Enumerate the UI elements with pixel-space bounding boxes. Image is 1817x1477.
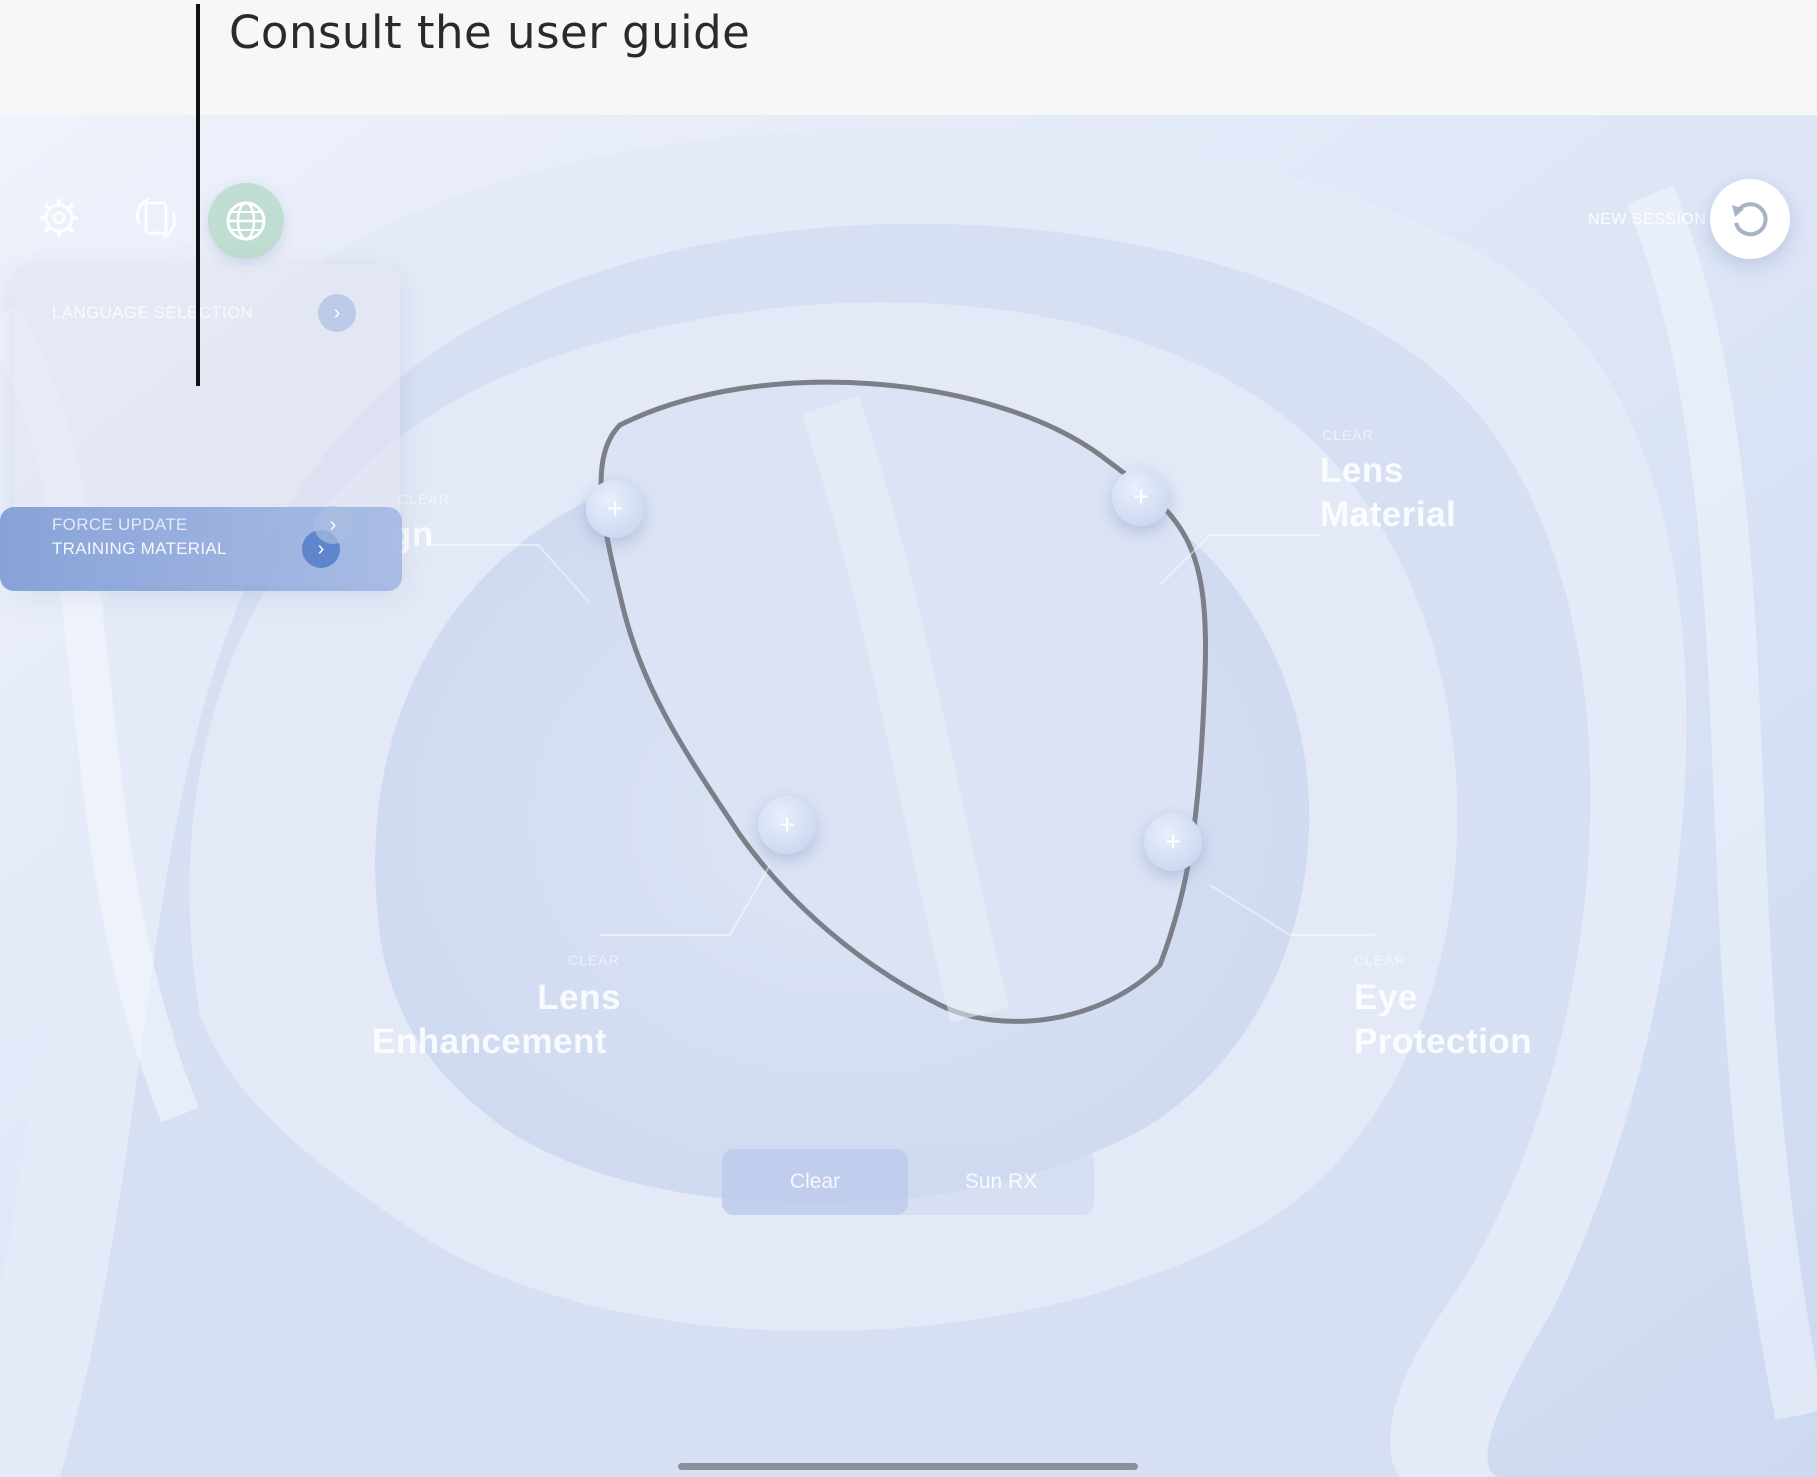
menu-item-language-selection[interactable]: LANGUAGE SELECTION › — [14, 272, 400, 354]
lens-type-segmented-control: Clear Sun RX — [722, 1149, 1094, 1215]
gear-icon — [40, 199, 78, 237]
design-category-small: CLEAR — [398, 491, 450, 507]
eye-protection-category-small: CLEAR — [1354, 952, 1406, 968]
annotation-text: Consult the user guide — [229, 6, 751, 59]
settings-menu: LANGUAGE SELECTION › TRAINING MATERIAL ›… — [0, 265, 402, 591]
new-session-button[interactable] — [1710, 179, 1790, 259]
menu-item-label: LANGUAGE SELECTION — [52, 303, 253, 322]
annotation-bar: Consult the user guide — [0, 0, 1817, 115]
segment-clear[interactable]: Clear — [722, 1149, 908, 1215]
lens-enhancement-label-line2: Enhancement — [372, 1022, 607, 1061]
menu-item-force-update[interactable]: FORCE UPDATE › — [14, 484, 400, 566]
lens-enhancement-category-small: CLEAR — [568, 952, 620, 968]
lens-material-label-line1: Lens — [1320, 451, 1404, 490]
rotate-device-button[interactable] — [128, 190, 184, 246]
lens-enhancement-label-line1: Lens — [537, 978, 621, 1017]
eye-protection-label-line1: Eye — [1354, 978, 1418, 1017]
refresh-icon — [1732, 202, 1768, 237]
menu-item-label: FORCE UPDATE — [52, 515, 188, 534]
annotation-callout-line — [196, 4, 200, 386]
app-screen: NEW SESSION CLEAR gn LANGUAGE SELECTION … — [0, 115, 1817, 1477]
chevron-right-icon: › — [314, 506, 352, 544]
eye-protection-connector-line — [1209, 884, 1375, 936]
lens-material-category-small: CLEAR — [1322, 427, 1374, 443]
segment-sun-rx[interactable]: Sun RX — [908, 1149, 1094, 1215]
globe-icon — [226, 201, 266, 241]
chevron-right-icon: › — [318, 294, 356, 332]
design-connector-line — [430, 544, 591, 604]
eye-protection-label-line2: Protection — [1354, 1022, 1533, 1061]
eye-protection-plus-button[interactable]: + — [1144, 813, 1202, 871]
lens-material-label-line2: Material — [1320, 495, 1457, 534]
lens-enhancement-connector-line — [600, 864, 771, 936]
new-session-label: NEW SESSION — [1588, 211, 1707, 228]
rotate-device-icon — [136, 197, 176, 239]
design-plus-button[interactable]: + — [586, 480, 644, 538]
language-globe-button[interactable] — [208, 183, 284, 259]
settings-button[interactable] — [34, 193, 84, 243]
home-indicator[interactable] — [678, 1463, 1138, 1470]
